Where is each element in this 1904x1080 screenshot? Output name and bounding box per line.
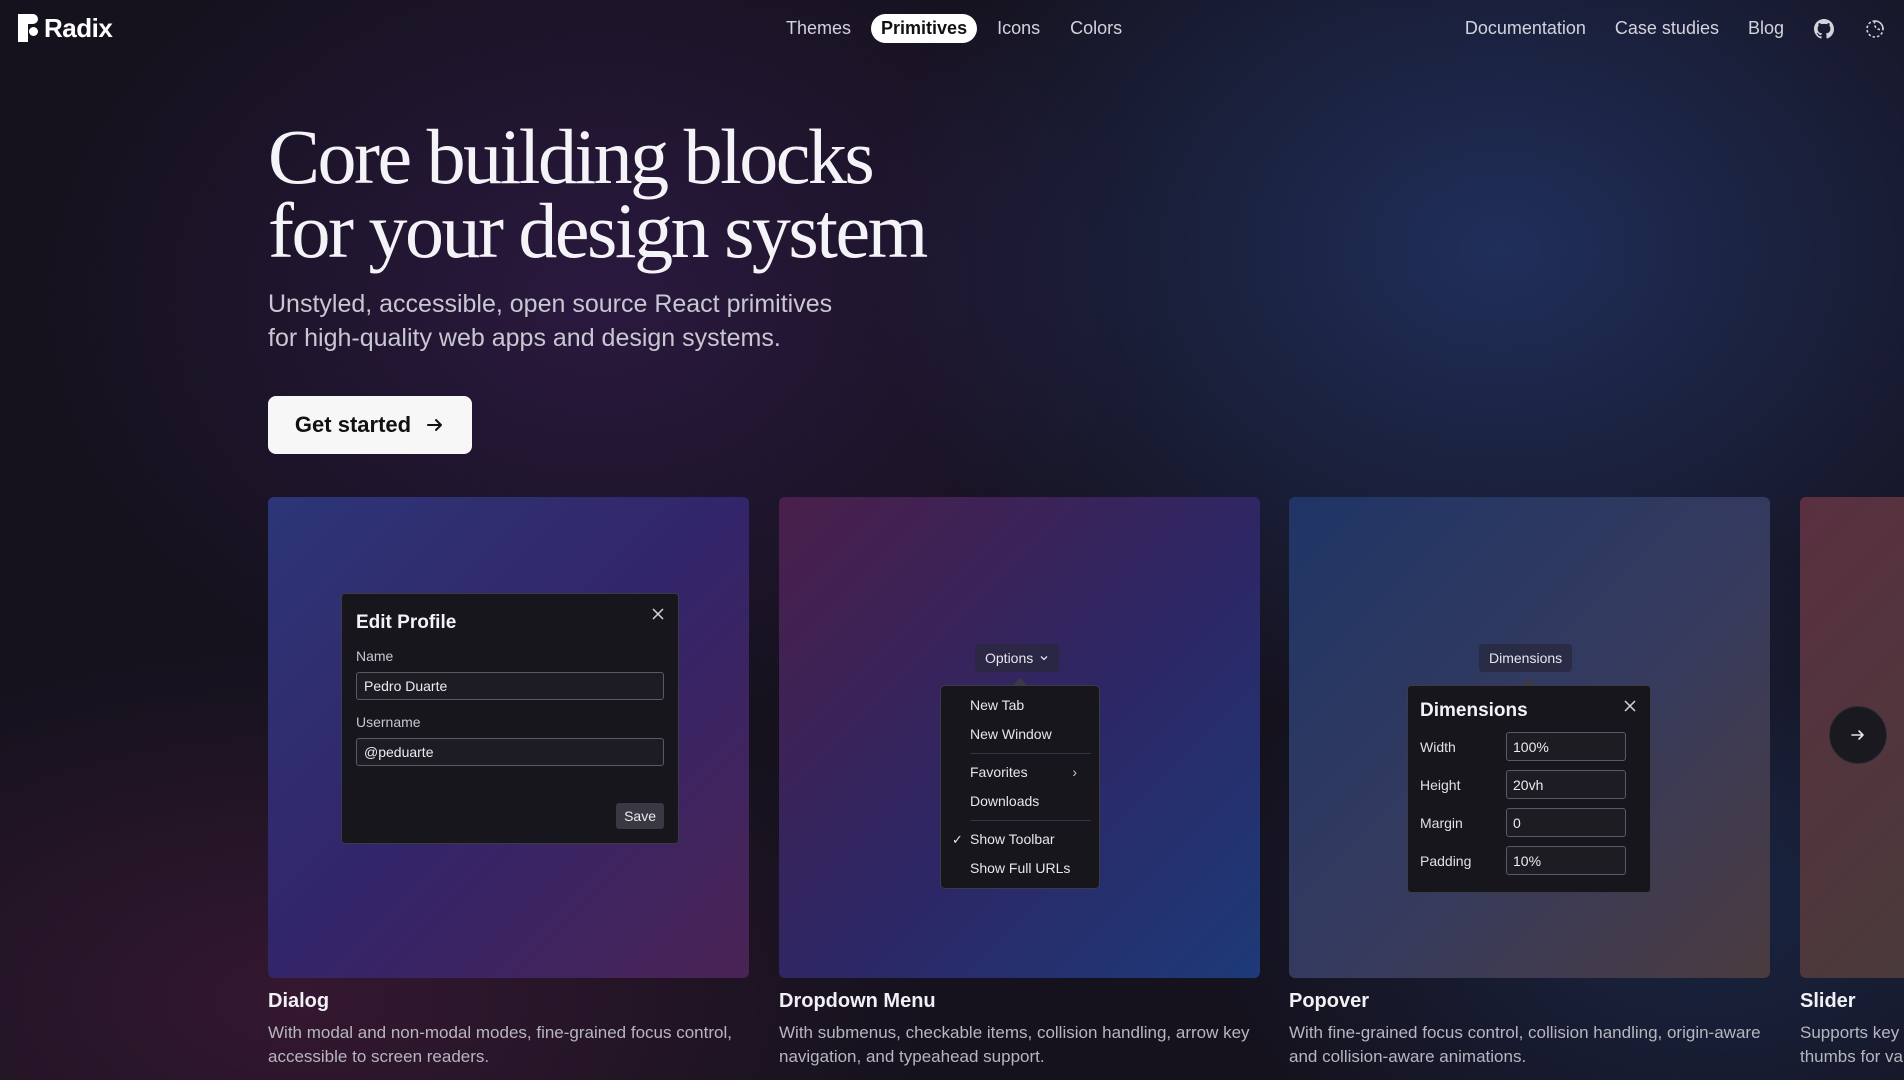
nav-primitives[interactable]: Primitives	[871, 14, 978, 43]
nav-icons[interactable]: Icons	[987, 14, 1050, 43]
brand-name: Radix	[44, 12, 113, 43]
card-description: With submenus, checkable items, collisio…	[779, 1023, 1250, 1066]
close-icon[interactable]	[648, 604, 668, 624]
menu-item-favorites[interactable]: Favorites ›	[941, 758, 1099, 787]
menu-item-show-toolbar[interactable]: ✓ Show Toolbar	[941, 825, 1099, 854]
margin-label: Margin	[1420, 814, 1463, 831]
card-title: Dialog	[268, 990, 330, 1012]
menu-item-show-full-urls[interactable]: Show Full URLs	[941, 854, 1099, 883]
padding-row: Padding	[1420, 846, 1638, 875]
card-description: Supports key thumbs for va	[1800, 1021, 1904, 1069]
margin-input[interactable]	[1506, 808, 1626, 837]
check-icon: ✓	[952, 832, 963, 847]
card-title: Popover	[1289, 990, 1370, 1012]
dropdown-menu: New Tab New Window Favorites › Downloads…	[940, 685, 1100, 889]
arrow-right-icon	[427, 419, 443, 431]
close-icon[interactable]	[1620, 696, 1640, 716]
width-row: Width	[1420, 732, 1638, 761]
product-switcher: Themes Primitives Icons Colors	[776, 14, 1132, 43]
nav-themes[interactable]: Themes	[776, 14, 861, 43]
secondary-nav: Documentation Case studies Blog	[1465, 14, 1886, 43]
nav-colors[interactable]: Colors	[1060, 14, 1132, 43]
height-row: Height	[1420, 770, 1638, 799]
dropdown-demo: Options New Tab New Window Favorites › D…	[779, 497, 1260, 978]
menu-item-new-window[interactable]: New Window	[941, 720, 1099, 749]
options-trigger[interactable]: Options	[975, 644, 1060, 672]
save-button[interactable]: Save	[616, 803, 664, 829]
nav-case-studies[interactable]: Case studies	[1615, 14, 1719, 43]
card-description: With fine-grained focus control, collisi…	[1289, 1023, 1761, 1066]
name-label: Name	[356, 648, 394, 664]
edit-profile-dialog: Edit Profile Name Username Save	[341, 593, 679, 844]
card-description-line: thumbs for va	[1800, 1047, 1903, 1066]
card-description: With modal and non-modal modes, fine-gra…	[268, 1023, 732, 1066]
radix-logo[interactable]: Radix	[18, 12, 113, 44]
carousel-next-button[interactable]	[1829, 706, 1887, 764]
width-input[interactable]	[1506, 732, 1626, 761]
dialog-demo: Edit Profile Name Username Save	[268, 497, 749, 978]
chevron-down-icon	[1040, 656, 1048, 661]
menu-item-downloads[interactable]: Downloads	[941, 787, 1099, 816]
card-description-line: Supports key	[1800, 1023, 1900, 1042]
card-title: Slider	[1800, 990, 1856, 1012]
width-label: Width	[1420, 738, 1456, 755]
card-title: Dropdown Menu	[779, 990, 936, 1012]
padding-label: Padding	[1420, 852, 1472, 869]
get-started-button[interactable]: Get started	[268, 396, 472, 454]
popover-title: Dimensions	[1420, 700, 1528, 721]
margin-row: Margin	[1420, 808, 1638, 837]
arrow-right-icon	[1851, 730, 1864, 740]
popover-card: Dimensions Dimensions Width Height Margi…	[1289, 497, 1770, 1069]
popover-demo: Dimensions Dimensions Width Height Margi…	[1289, 497, 1770, 978]
dropdown-card: Options New Tab New Window Favorites › D…	[779, 497, 1260, 1069]
padding-input[interactable]	[1506, 846, 1626, 875]
dialog-card: Edit Profile Name Username Save Dialog W…	[268, 497, 749, 1069]
menu-separator	[970, 753, 1091, 754]
height-label: Height	[1420, 776, 1461, 793]
github-icon[interactable]	[1813, 18, 1835, 40]
slider-card: Slider Supports key thumbs for va	[1800, 497, 1904, 1069]
dimensions-trigger[interactable]: Dimensions	[1479, 644, 1573, 672]
username-label: Username	[356, 714, 421, 730]
menu-item-new-tab[interactable]: New Tab	[941, 691, 1099, 720]
nav-blog[interactable]: Blog	[1748, 14, 1784, 43]
show-toolbar-label: Show Toolbar	[970, 831, 1055, 847]
theme-toggle-icon[interactable]	[1864, 18, 1886, 40]
hero-subtitle: Unstyled, accessible, open source React …	[268, 290, 833, 352]
dimensions-popover: Dimensions Width Height Margin Padding	[1407, 685, 1651, 893]
radix-logo-icon	[18, 14, 38, 42]
menu-separator	[970, 820, 1091, 821]
favorites-label: Favorites	[970, 764, 1028, 780]
dialog-title: Edit Profile	[356, 612, 457, 633]
hero-title: Core building blocks for your design sys…	[268, 113, 928, 274]
options-label: Options	[985, 650, 1034, 666]
top-nav: Radix Themes Primitives Icons Colors Doc…	[0, 0, 1904, 56]
height-input[interactable]	[1506, 770, 1626, 799]
chevron-right-icon: ›	[1072, 764, 1077, 780]
nav-documentation[interactable]: Documentation	[1465, 14, 1586, 43]
name-field[interactable]	[356, 672, 664, 700]
get-started-label: Get started	[294, 412, 412, 437]
username-field[interactable]	[356, 738, 664, 766]
